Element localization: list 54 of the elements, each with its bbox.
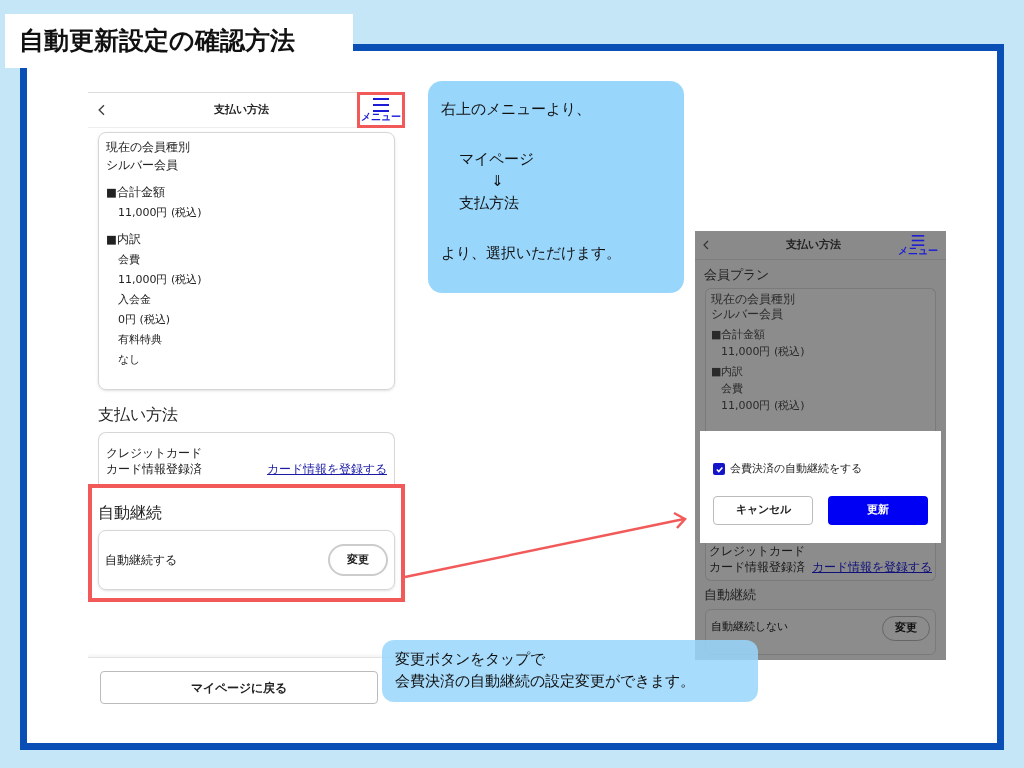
plan-text: シルバー会員 <box>106 157 179 174</box>
plan-text: ■合計金額 <box>106 184 166 201</box>
menu-icon[interactable] <box>372 98 390 112</box>
back-to-mypage-button[interactable]: マイページに戻る <box>100 671 378 704</box>
checkbox[interactable] <box>713 463 725 476</box>
check-icon <box>714 464 724 474</box>
callout-text: より、選択いただけます。 <box>441 243 622 264</box>
payment-method: クレジットカード <box>106 445 203 461</box>
plan-text: 現在の会員種別 <box>106 139 191 156</box>
slide-title: 自動更新設定の確認方法 <box>5 14 353 68</box>
plan-text: 11,000円 (税込) <box>117 205 203 221</box>
plan-text: 入会金 <box>117 292 152 308</box>
auto-renew-status: 自動継続する <box>105 552 177 569</box>
checkbox-label: 会費決済の自動継続をする <box>730 461 862 477</box>
register-card-link[interactable]: カード情報を登録する <box>812 559 932 575</box>
back-icon[interactable] <box>703 240 709 250</box>
change-button[interactable]: 変更 <box>882 616 930 641</box>
section-heading: 自動継続 <box>704 586 757 604</box>
callout-text: 支払方法 <box>458 193 520 214</box>
plan-text: ■内訳 <box>106 231 142 248</box>
plan-text: 有料特典 <box>117 332 163 348</box>
register-card-link[interactable]: カード情報を登録する <box>267 461 387 479</box>
plan-text: 会費 <box>117 252 141 268</box>
callout-text: ⇓ <box>490 171 505 192</box>
plan-text: ■合計金額 <box>711 327 767 342</box>
plan-text: 11,000円 (税込) <box>720 398 806 413</box>
menu-button[interactable]: メニュー <box>357 92 405 128</box>
callout-text: 変更ボタンをタップで <box>395 649 546 670</box>
auto-renew-status: 自動継続しない <box>711 619 788 635</box>
plan-text: なし <box>117 352 141 368</box>
update-button[interactable]: 更新 <box>828 495 928 525</box>
callout-text: 会費決済の自動継続の設定変更ができます。 <box>395 671 696 692</box>
menu-label: メニュー <box>361 112 401 122</box>
callout-text: 右上のメニューより、 <box>441 99 592 120</box>
plan-text: 現在の会員種別 <box>711 292 796 307</box>
payment-status: カード情報登録済 <box>709 559 805 575</box>
payment-method: クレジットカード <box>709 543 806 559</box>
change-button[interactable]: 変更 <box>328 544 388 576</box>
back-icon[interactable] <box>98 104 106 116</box>
plan-text: シルバー会員 <box>711 307 784 322</box>
menu-label: メニュー <box>898 245 938 256</box>
section-heading: 支払い方法 <box>98 404 179 426</box>
plan-text: 0円 (税込) <box>117 312 172 328</box>
cancel-button[interactable]: キャンセル <box>713 495 813 525</box>
section-heading: 会員プラン <box>704 266 770 284</box>
screen-title: 支払い方法 <box>213 101 269 118</box>
plan-text: 会費 <box>720 381 744 396</box>
section-heading: 自動継続 <box>98 502 163 524</box>
plan-text: ■内訳 <box>711 364 745 379</box>
plan-text: 11,000円 (税込) <box>720 344 806 359</box>
plan-text: 11,000円 (税込) <box>117 272 203 288</box>
payment-status: カード情報登録済 <box>106 461 202 478</box>
screen-title: 支払い方法 <box>786 236 841 253</box>
callout-text: マイページ <box>458 149 535 170</box>
